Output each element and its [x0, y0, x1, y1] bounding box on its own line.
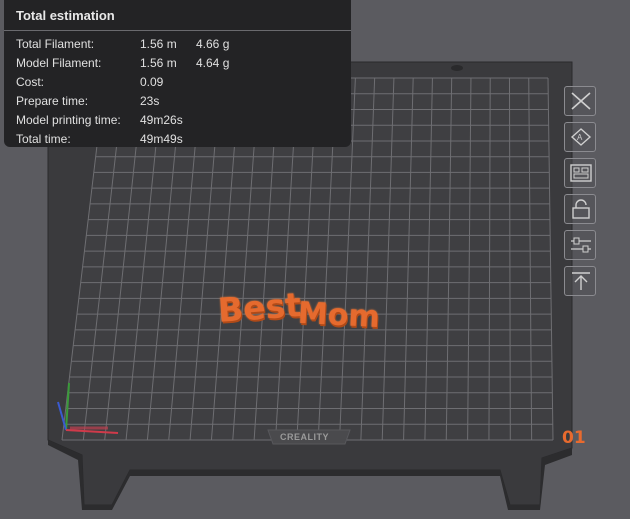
estimation-title: Total estimation	[16, 8, 115, 23]
est-label: Prepare time:	[16, 94, 89, 108]
est-label: Total time:	[16, 132, 71, 146]
est-value: 23s	[140, 94, 160, 108]
est-row-model-filament: Model Filament: 1.56 m 4.64 g	[4, 54, 351, 73]
arrange-icon	[570, 164, 592, 182]
lock-icon	[572, 199, 590, 219]
model-text-part2: Mom	[297, 295, 381, 336]
est-value-weight: 4.64 g	[196, 56, 230, 70]
settings-sliders-icon	[571, 237, 591, 253]
est-label: Model printing time:	[16, 113, 121, 127]
est-label: Model Filament:	[16, 56, 102, 70]
auto-orient-icon: A	[570, 128, 592, 146]
move-to-top-button[interactable]	[564, 266, 596, 296]
est-value-length: 1.56 m	[140, 37, 177, 51]
arrange-button[interactable]	[564, 158, 596, 188]
plate-settings-button[interactable]	[564, 230, 596, 260]
est-row-cost: Cost: 0.09	[4, 73, 351, 92]
est-value-length: 1.56 m	[140, 56, 177, 70]
est-value: 49m49s	[140, 132, 183, 146]
svg-text:A: A	[577, 133, 583, 142]
est-value: 49m26s	[140, 113, 183, 127]
lock-plate-button[interactable]	[564, 194, 596, 224]
est-value-weight: 4.66 g	[196, 37, 230, 51]
est-row-model-printing-time: Model printing time: 49m26s	[4, 111, 351, 130]
estimation-panel: Total estimation Total Filament: 1.56 m …	[4, 0, 351, 147]
brand-label: CREALITY	[280, 432, 329, 442]
est-value: 0.09	[140, 75, 164, 89]
move-to-top-icon	[572, 272, 590, 290]
auto-orient-button[interactable]: A	[564, 122, 596, 152]
plate-number: 01	[562, 428, 586, 448]
close-plate-button[interactable]	[564, 86, 596, 116]
model-text-part1: Best	[216, 285, 303, 330]
estimation-divider	[4, 30, 351, 31]
est-row-prepare-time: Prepare time: 23s	[4, 92, 351, 111]
close-icon	[571, 92, 591, 110]
est-row-total-time: Total time: 49m49s	[4, 130, 351, 149]
est-row-total-filament: Total Filament: 1.56 m 4.66 g	[4, 35, 351, 54]
est-label: Cost:	[16, 75, 45, 89]
plate-notch	[451, 65, 463, 71]
est-label: Total Filament:	[16, 37, 95, 51]
